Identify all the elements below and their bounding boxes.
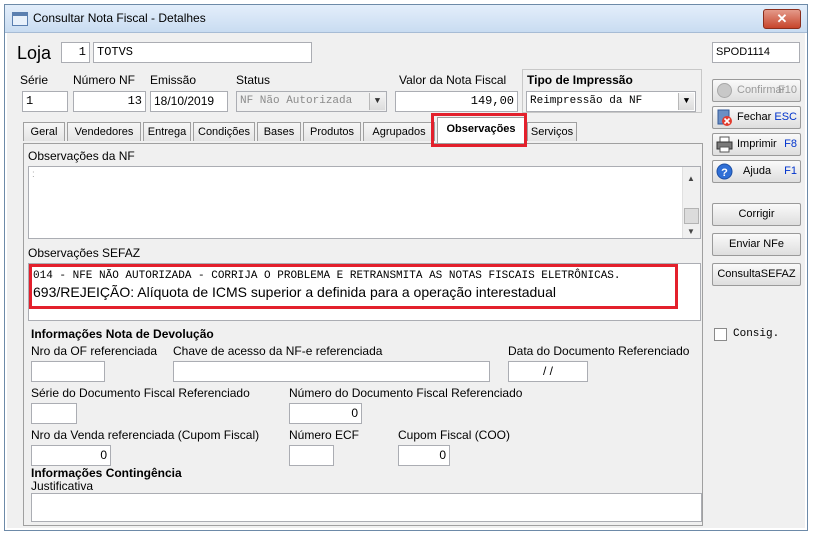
serie-doc-label: Série do Documento Fiscal Referenciado xyxy=(31,386,250,400)
nro-venda-label: Nro da Venda referenciada (Cupom Fiscal) xyxy=(31,428,260,442)
chevron-down-icon: ▼ xyxy=(369,93,385,110)
ajuda-key: F1 xyxy=(784,165,797,177)
fechar-label: Fechar xyxy=(737,111,772,123)
title-bar: Consultar Nota Fiscal - Detalhes ✕ xyxy=(5,5,807,33)
loja-name-field[interactable]: TOTVS xyxy=(93,42,312,63)
obs-sefaz-label: Observações SEFAZ xyxy=(28,246,141,260)
loja-code-field[interactable]: 1 xyxy=(61,42,90,63)
chave-acesso-field[interactable] xyxy=(173,361,490,382)
numero-nf-label: Número NF xyxy=(73,73,136,87)
window-app-icon xyxy=(12,12,28,26)
window-close-button[interactable]: ✕ xyxy=(763,9,801,29)
numero-doc-label: Número do Documento Fiscal Referenciado xyxy=(289,386,523,400)
serie-doc-field[interactable] xyxy=(31,403,77,424)
tab-produtos[interactable]: Produtos xyxy=(303,122,361,141)
tipo-impressao-select[interactable]: Reimpressão da NF ▼ xyxy=(526,91,696,112)
devolucao-section-title: Informações Nota de Devolução xyxy=(31,327,214,341)
printer-icon xyxy=(716,136,733,153)
tipo-impressao-value: Reimpressão da NF xyxy=(530,95,643,107)
data-doc-label: Data do Documento Referenciado xyxy=(508,344,690,358)
tab-bases[interactable]: Bases xyxy=(257,122,301,141)
data-doc-field[interactable]: / / xyxy=(508,361,588,382)
tab-condicoes[interactable]: Condições xyxy=(193,122,255,141)
svg-text:?: ? xyxy=(721,167,728,179)
window-title: Consultar Nota Fiscal - Detalhes xyxy=(33,11,206,25)
program-code-field: SPOD1114 xyxy=(712,42,800,63)
form-content: Loja 1 TOTVS SPOD1114 Série Número NF Em… xyxy=(7,33,805,528)
tab-entrega[interactable]: Entrega xyxy=(143,122,191,141)
scroll-down-icon: ▼ xyxy=(687,227,695,236)
scroll-thumb[interactable] xyxy=(684,208,699,224)
nro-venda-field[interactable]: 0 xyxy=(31,445,111,466)
tipo-impressao-label: Tipo de Impressão xyxy=(527,73,633,87)
obs-nf-text: : xyxy=(32,169,35,180)
obs-sefaz-highlight xyxy=(29,264,678,309)
status-value: NF Não Autorizada xyxy=(240,95,353,107)
tab-vendedores[interactable]: Vendedores xyxy=(67,122,141,141)
fechar-button[interactable]: Fechar ESC xyxy=(712,106,801,129)
numero-nf-field[interactable]: 13 xyxy=(73,91,146,112)
justificativa-label: Justificativa xyxy=(31,479,94,493)
status-select[interactable]: NF Não Autorizada ▼ xyxy=(236,91,387,112)
obs-nf-scrollbar[interactable]: ▲ ▼ xyxy=(682,167,700,238)
corrigir-button[interactable]: Corrigir xyxy=(712,203,801,226)
emissao-label: Emissão xyxy=(150,73,197,87)
consultar-nota-fiscal-window: Consultar Nota Fiscal - Detalhes ✕ Loja … xyxy=(4,4,808,531)
tab-servicos[interactable]: Serviços xyxy=(527,122,577,141)
imprimir-label: Imprimir xyxy=(737,138,777,150)
valor-label: Valor da Nota Fiscal xyxy=(399,73,507,87)
consig-label: Consig. xyxy=(733,328,780,340)
tab-geral[interactable]: Geral xyxy=(23,122,65,141)
fechar-key: ESC xyxy=(774,111,797,123)
nro-of-field[interactable] xyxy=(31,361,105,382)
emissao-field[interactable]: 18/10/2019 xyxy=(150,91,228,112)
imprimir-key: F8 xyxy=(784,138,797,150)
consig-checkbox[interactable] xyxy=(714,328,727,341)
cupom-fiscal-field[interactable]: 0 xyxy=(398,445,450,466)
tab-agrupados[interactable]: Agrupados xyxy=(363,122,435,141)
loja-label: Loja xyxy=(17,43,52,63)
status-label: Status xyxy=(236,73,271,87)
ajuda-button[interactable]: ? Ajuda F1 xyxy=(712,160,801,183)
check-circle-icon xyxy=(716,82,733,99)
confirmar-key: F10 xyxy=(778,84,797,96)
chevron-down-icon: ▼ xyxy=(678,93,694,110)
obs-nf-label: Observações da NF xyxy=(28,149,135,163)
nro-of-label: Nro da OF referenciada xyxy=(31,344,158,358)
enviar-nfe-button[interactable]: Enviar NFe xyxy=(712,233,801,256)
help-icon: ? xyxy=(716,163,733,180)
tab-strip: Geral Vendedores Entrega Condições Bases… xyxy=(23,117,703,143)
serie-label: Série xyxy=(20,73,49,87)
observacoes-panel: Observações da NF : ▲ ▼ Observações SEFA… xyxy=(23,143,703,526)
cupom-fiscal-label: Cupom Fiscal (COO) xyxy=(398,428,511,442)
serie-field[interactable]: 1 xyxy=(22,91,68,112)
confirmar-button[interactable]: Confirmar F10 xyxy=(712,79,801,102)
valor-field[interactable]: 149,00 xyxy=(395,91,518,112)
justificativa-field[interactable] xyxy=(31,493,702,522)
obs-nf-textarea[interactable]: : ▲ ▼ xyxy=(28,166,701,239)
observacoes-tab-highlight xyxy=(431,113,527,147)
consulta-sefaz-button[interactable]: ConsultaSEFAZ xyxy=(712,263,801,286)
numero-ecf-field[interactable] xyxy=(289,445,334,466)
contingencia-section-title: Informações Contingência xyxy=(31,466,182,480)
imprimir-button[interactable]: Imprimir F8 xyxy=(712,133,801,156)
scroll-up-icon: ▲ xyxy=(687,174,695,183)
close-door-icon xyxy=(716,109,733,126)
numero-doc-field[interactable]: 0 xyxy=(289,403,362,424)
numero-ecf-label: Número ECF xyxy=(289,428,360,442)
ajuda-label: Ajuda xyxy=(743,165,772,177)
chave-acesso-label: Chave de acesso da NF-e referenciada xyxy=(173,344,383,358)
